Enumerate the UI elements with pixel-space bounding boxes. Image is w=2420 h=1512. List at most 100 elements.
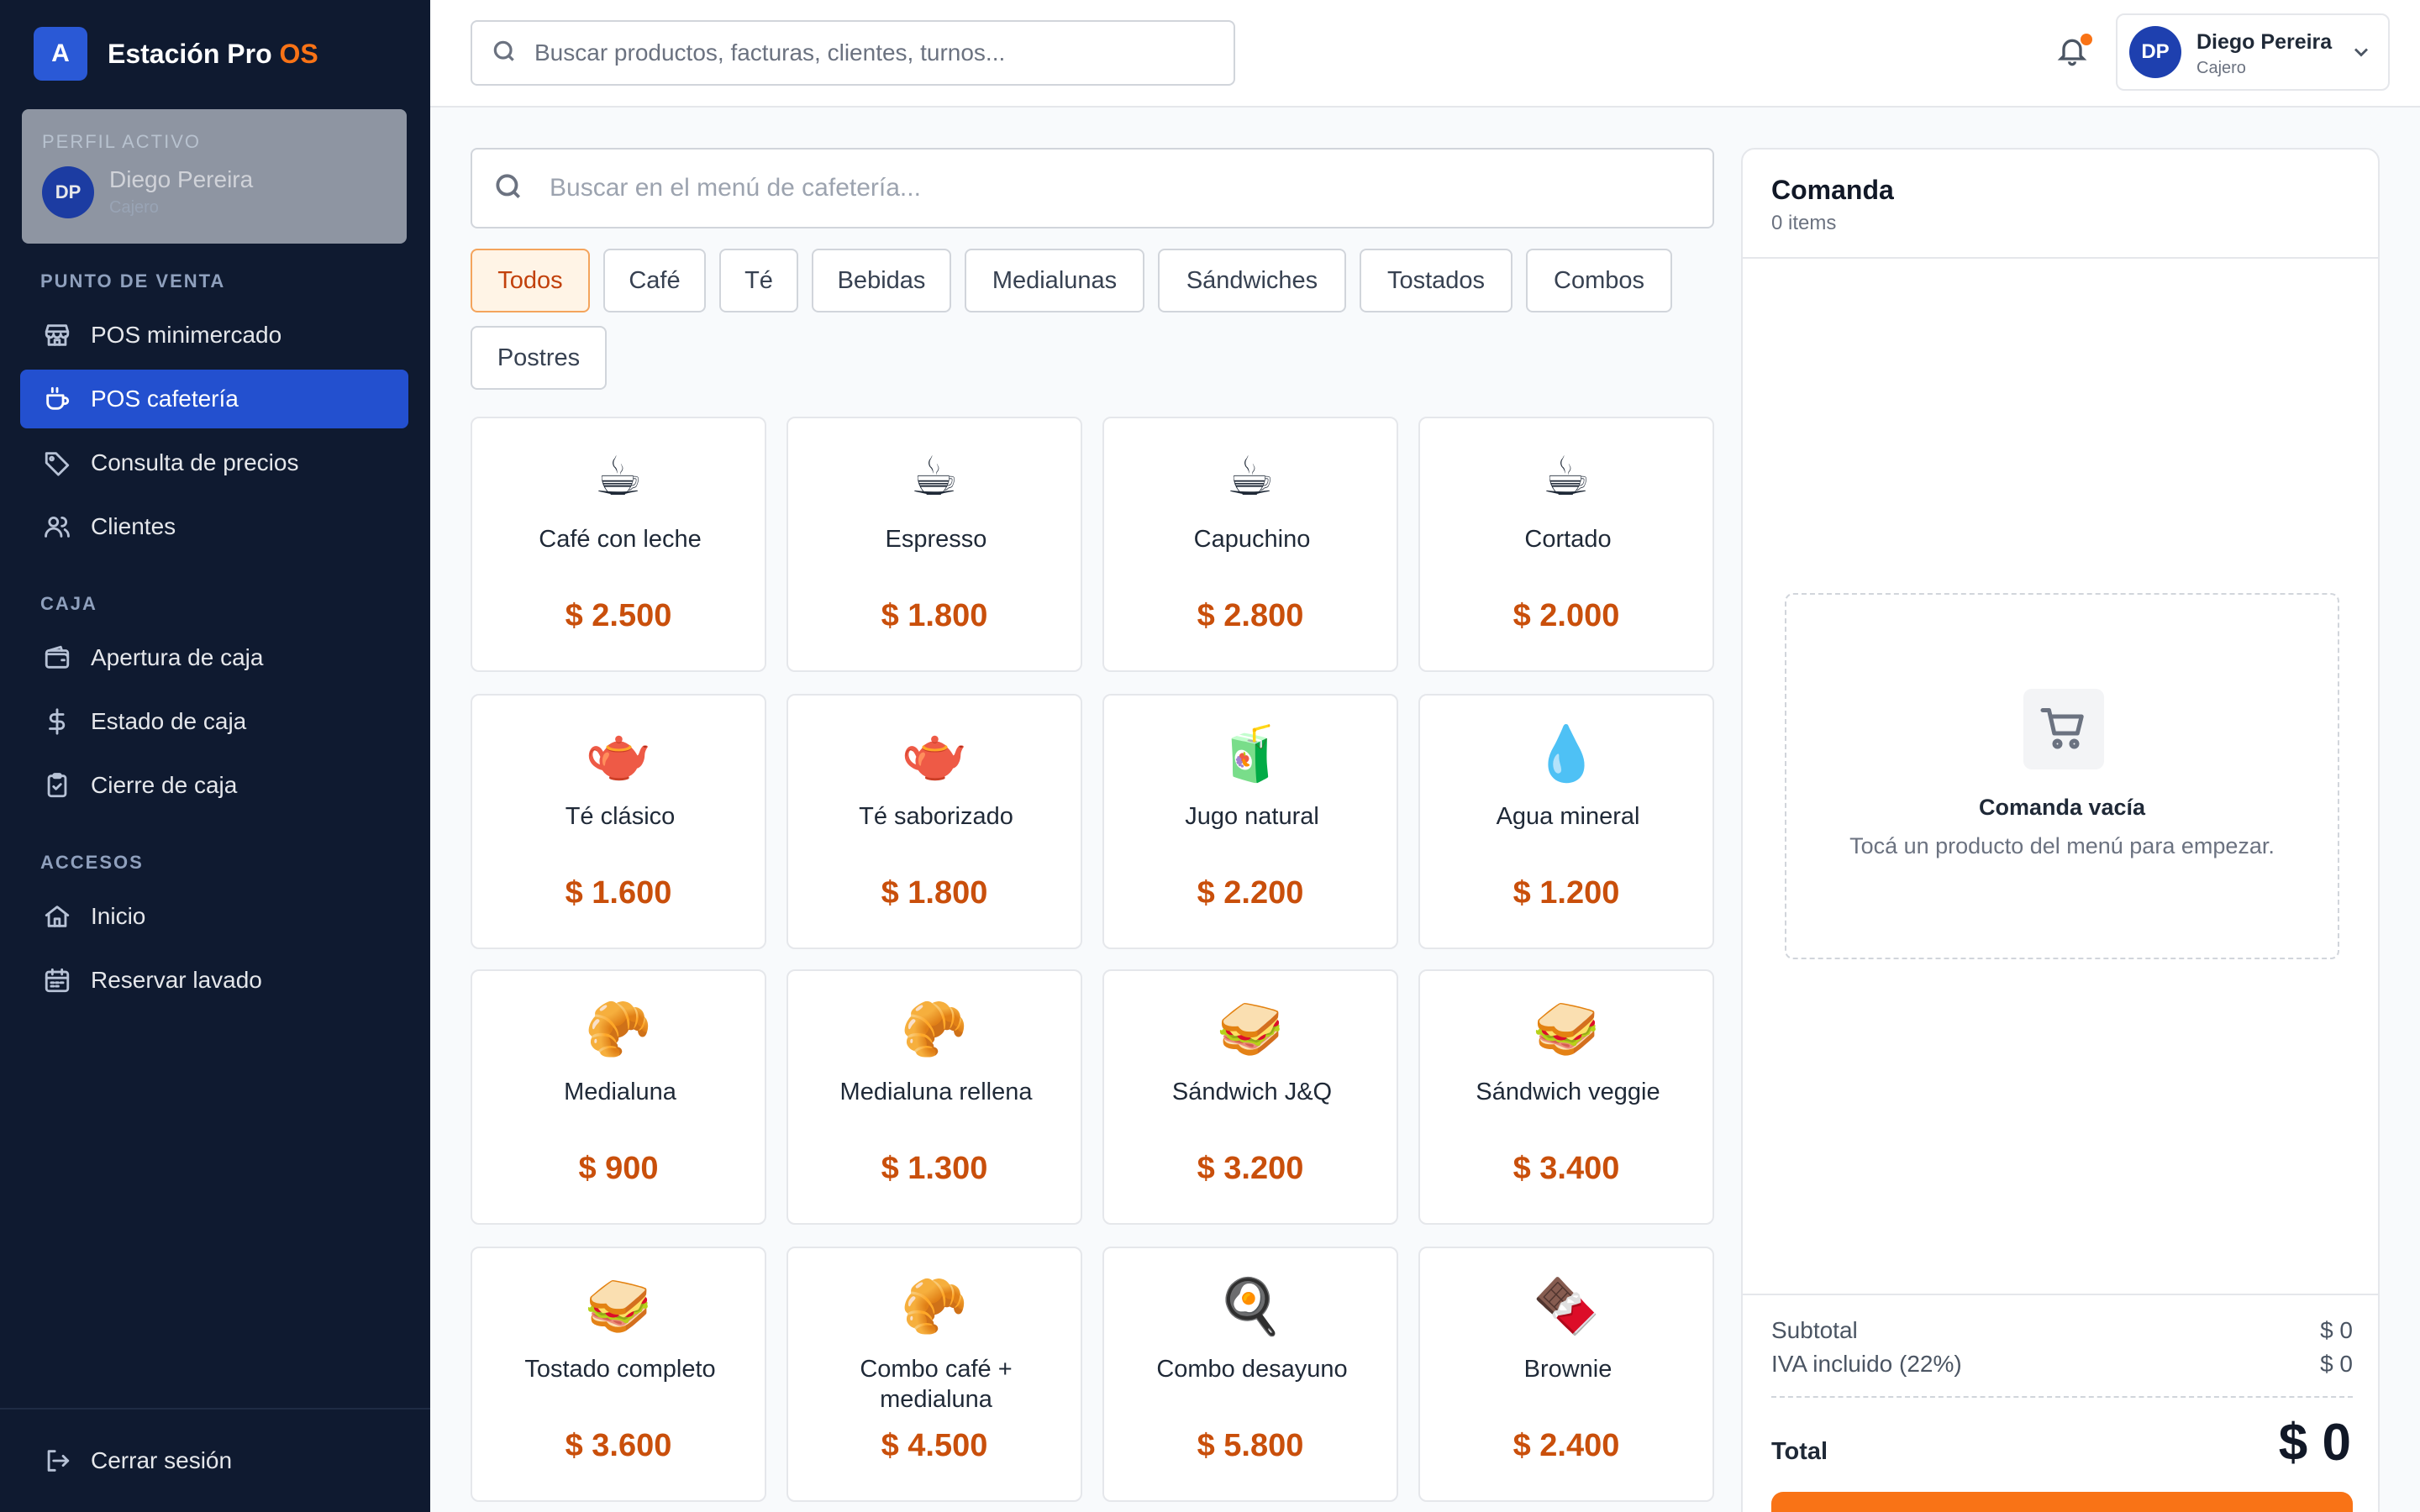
product-card[interactable]: 🧃 Jugo natural $ 2.200 <box>1102 694 1398 949</box>
category-tostados[interactable]: Tostados <box>1360 249 1512 312</box>
product-name: Combo desayuno <box>1156 1356 1348 1383</box>
brand[interactable]: A Estación Pro OS <box>34 27 318 81</box>
dollar-icon <box>40 705 74 738</box>
logout-button[interactable]: Cerrar sesión <box>20 1431 408 1490</box>
avatar: DP <box>2129 26 2181 78</box>
product-card[interactable]: 🥪 Sándwich veggie $ 3.400 <box>1418 969 1714 1225</box>
users-icon <box>40 510 74 543</box>
sidebar-item-label: Estado de caja <box>91 708 247 734</box>
sidebar-item-label: Clientes <box>91 513 176 539</box>
global-search[interactable] <box>471 20 1235 86</box>
nav-section-caja: CAJA <box>40 593 97 614</box>
product-card[interactable]: 🍫 Brownie $ 2.400 <box>1418 1247 1714 1502</box>
sandwich-icon: 🥪 <box>585 1276 652 1338</box>
sidebar-item-label: Reservar lavado <box>91 967 262 993</box>
brand-name-text: Estación Pro <box>108 38 272 69</box>
product-card[interactable]: ☕ Café con leche $ 2.500 <box>471 417 766 672</box>
product-name: Jugo natural <box>1185 803 1319 830</box>
product-card[interactable]: 🥪 Tostado completo $ 3.600 <box>471 1247 766 1502</box>
sidebar-item-consulta-precios[interactable]: Consulta de precios <box>20 433 408 492</box>
order-panel: Comanda 0 items Comanda vacía Tocá un pr… <box>1741 148 2380 1512</box>
category-bebidas[interactable]: Bebidas <box>812 249 951 312</box>
category-cafe[interactable]: Café <box>603 249 706 312</box>
empty-order-placeholder: Comanda vacía Tocá un producto del menú … <box>1785 593 2339 959</box>
sidebar-item-apertura-caja[interactable]: Apertura de caja <box>20 628 408 687</box>
product-card[interactable]: 🫖 Té clásico $ 1.600 <box>471 694 766 949</box>
active-profile-card[interactable]: PERFIL ACTIVO DP Diego Pereira Cajero <box>22 109 407 244</box>
product-price: $ 3.200 <box>1197 1151 1304 1186</box>
search-icon <box>492 171 524 207</box>
product-name: Medialuna <box>564 1079 676 1105</box>
calendar-icon <box>40 963 74 997</box>
logout-icon <box>40 1444 74 1478</box>
menu-search[interactable] <box>471 148 1714 228</box>
product-price: $ 5.800 <box>1197 1428 1304 1463</box>
totals-dashed-divider <box>1771 1396 2353 1398</box>
logout-label: Cerrar sesión <box>91 1447 233 1473</box>
product-card[interactable]: ☕ Espresso $ 1.800 <box>786 417 1082 672</box>
category-postres[interactable]: Postres <box>471 326 607 390</box>
product-card[interactable]: 🍳 Combo desayuno $ 5.800 <box>1102 1247 1398 1502</box>
avatar: DP <box>42 166 94 218</box>
nav-section-pos: PUNTO DE VENTA <box>40 270 226 291</box>
product-card[interactable]: 🥪 Sándwich J&Q $ 3.200 <box>1102 969 1398 1225</box>
category-sandwiches[interactable]: Sándwiches <box>1158 249 1346 312</box>
clipboard-check-icon <box>40 769 74 802</box>
category-todos[interactable]: Todos <box>471 249 590 312</box>
user-menu[interactable]: DP Diego Pereira Cajero <box>2116 13 2390 91</box>
sidebar-item-inicio[interactable]: Inicio <box>20 887 408 946</box>
teapot-icon: 🫖 <box>585 723 652 785</box>
nav-section-accesos: ACCESOS <box>40 852 144 873</box>
product-card[interactable]: 💧 Agua mineral $ 1.200 <box>1418 694 1714 949</box>
product-price: $ 4.500 <box>881 1428 988 1463</box>
menu-search-input[interactable] <box>550 174 1642 202</box>
croissant-icon: 🥐 <box>901 1276 968 1338</box>
topbar: DP Diego Pereira Cajero <box>430 0 2420 108</box>
product-name: Cortado <box>1524 526 1612 553</box>
sidebar-item-pos-cafeteria[interactable]: POS cafetería <box>20 370 408 428</box>
category-medialunas[interactable]: Medialunas <box>965 249 1144 312</box>
droplet-icon: 💧 <box>1533 723 1600 785</box>
category-combos[interactable]: Combos <box>1526 249 1672 312</box>
product-card[interactable]: 🫖 Té saborizado $ 1.800 <box>786 694 1082 949</box>
product-price: $ 900 <box>578 1151 659 1186</box>
product-price: $ 1.600 <box>565 875 672 911</box>
coffee-icon: ☕ <box>1542 446 1591 508</box>
order-item-count: 0 items <box>1771 212 1837 234</box>
sidebar-item-pos-minimercado[interactable]: POS minimercado <box>20 306 408 365</box>
subtotal-row: Subtotal $ 0 <box>1771 1317 2353 1344</box>
notifications-button[interactable] <box>2055 34 2096 74</box>
product-card[interactable]: 🥐 Medialuna $ 900 <box>471 969 766 1225</box>
product-price: $ 1.800 <box>881 875 988 911</box>
sidebar-item-clientes[interactable]: Clientes <box>20 497 408 556</box>
product-card[interactable]: 🥐 Medialuna rellena $ 1.300 <box>786 969 1082 1225</box>
sidebar-item-estado-caja[interactable]: Estado de caja <box>20 692 408 751</box>
product-price: $ 1.200 <box>1512 875 1620 911</box>
total-value: $ 0 <box>2278 1414 2351 1472</box>
home-icon <box>40 900 74 933</box>
user-name: Diego Pereira <box>2196 30 2333 54</box>
empty-order-title: Comanda vacía <box>1978 795 2146 820</box>
chocolate-bar-icon: 🍫 <box>1533 1276 1600 1338</box>
order-header-divider <box>1743 257 2378 259</box>
sidebar-item-reservar-lavado[interactable]: Reservar lavado <box>20 951 408 1010</box>
tag-icon <box>40 446 74 480</box>
sidebar-item-label: Inicio <box>91 903 146 929</box>
category-te[interactable]: Té <box>719 249 798 312</box>
product-price: $ 1.300 <box>881 1151 988 1186</box>
checkout-button[interactable] <box>1771 1492 2353 1512</box>
sidebar-item-cierre-caja[interactable]: Cierre de caja <box>20 756 408 815</box>
sidebar-item-label: POS cafetería <box>91 386 239 412</box>
profile-role: Cajero <box>109 198 159 217</box>
global-search-input[interactable] <box>534 39 1207 66</box>
search-icon <box>491 38 518 69</box>
sidebar-item-label: Cierre de caja <box>91 772 238 798</box>
croissant-icon: 🥐 <box>585 999 652 1061</box>
product-card[interactable]: ☕ Cortado $ 2.000 <box>1418 417 1714 672</box>
store-icon <box>40 318 74 352</box>
juice-box-icon: 🧃 <box>1217 723 1284 785</box>
product-price: $ 1.800 <box>881 598 988 633</box>
product-card[interactable]: ☕ Capuchino $ 2.800 <box>1102 417 1398 672</box>
product-card[interactable]: 🥐 Combo café + medialuna $ 4.500 <box>786 1247 1082 1502</box>
coffee-icon: ☕ <box>594 446 643 508</box>
